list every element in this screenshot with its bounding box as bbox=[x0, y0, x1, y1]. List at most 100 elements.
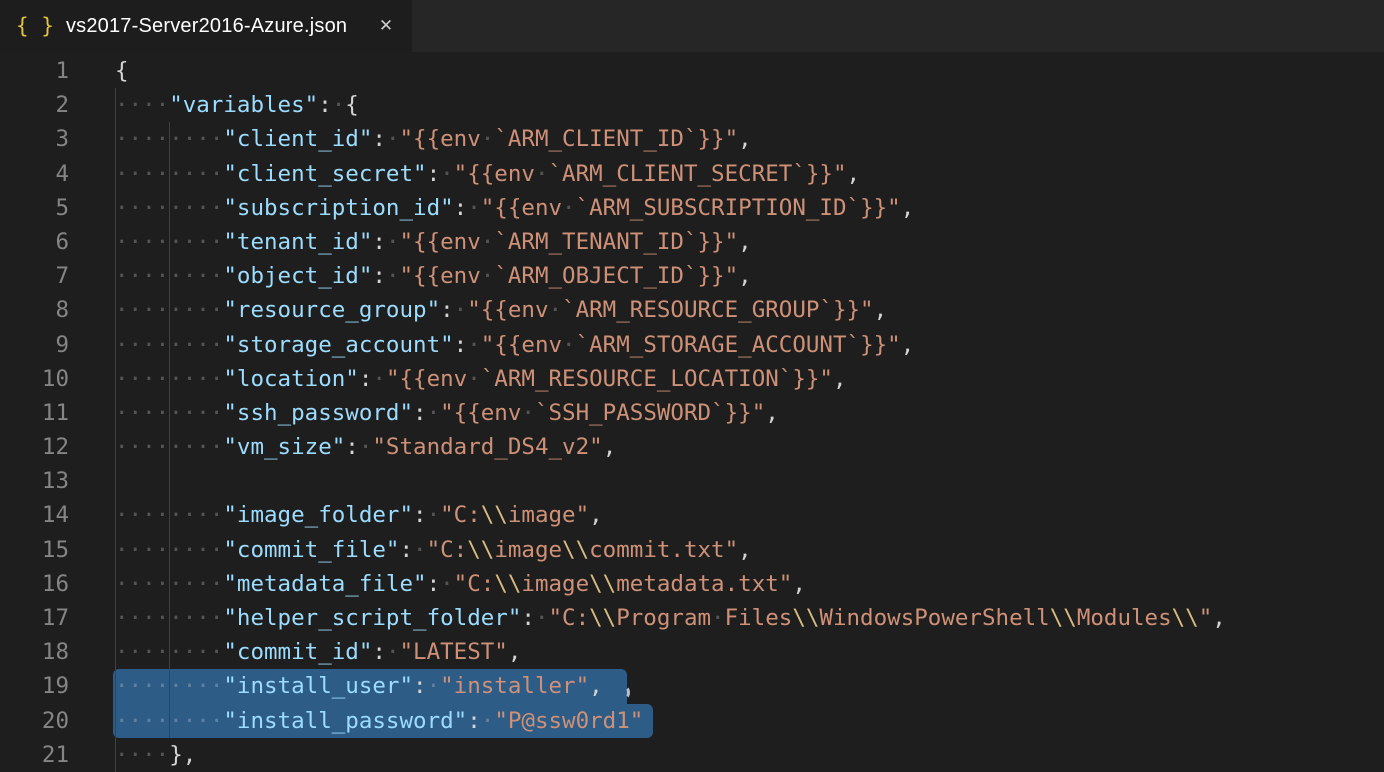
code-line[interactable]: 11 ········"ssh_password":·"{{env·`SSH_PA… bbox=[0, 396, 1384, 430]
code-line[interactable]: 16 ········"metadata_file":·"C:\\image\\m… bbox=[0, 567, 1384, 601]
line-number[interactable]: 3 bbox=[0, 122, 69, 156]
code-line-content[interactable]: ········"client_id":·"{{env·`ARM_CLIENT_… bbox=[115, 122, 1384, 156]
line-number[interactable]: 10 bbox=[0, 362, 69, 396]
code-line-content[interactable]: { bbox=[115, 54, 1384, 88]
token-whitespace: · bbox=[481, 126, 495, 152]
token-punctuation: , bbox=[1212, 605, 1226, 631]
code-line-content[interactable]: ········"ssh_password":·"{{env·`SSH_PASS… bbox=[115, 396, 1384, 430]
token-string: "C: bbox=[440, 502, 481, 528]
code-line-content[interactable]: ········"client_secret":·"{{env·`ARM_CLI… bbox=[115, 157, 1384, 191]
code-line[interactable]: 6 ········"tenant_id":·"{{env·`ARM_TENANT… bbox=[0, 225, 1384, 259]
code-line[interactable]: 18 ········"commit_id":·"LATEST", bbox=[0, 635, 1384, 669]
tab-bar: { } vs2017-Server2016-Azure.json ✕ bbox=[0, 0, 1384, 52]
line-number[interactable]: 11 bbox=[0, 396, 69, 430]
code-line[interactable]: 20········"install_password":·"P@ssw0rd1… bbox=[0, 704, 1384, 738]
token-whitespace: · bbox=[549, 297, 563, 323]
line-number[interactable]: 15 bbox=[0, 533, 69, 567]
token-whitespace: · bbox=[427, 673, 441, 699]
tab-close-icon[interactable]: ✕ bbox=[374, 14, 398, 38]
code-line-content[interactable]: ········"vm_size":·"Standard_DS4_v2", bbox=[115, 430, 1384, 464]
token-string: `ARM_STORAGE_ACCOUNT`}}" bbox=[576, 332, 901, 358]
code-line-content[interactable] bbox=[115, 464, 1384, 498]
line-number[interactable]: 6 bbox=[0, 225, 69, 259]
editor[interactable]: 1{2····"variables":·{3········"client_id… bbox=[0, 52, 1384, 772]
code-line-content[interactable]: ········"install_user":·"installer", bbox=[115, 669, 1384, 703]
line-number[interactable]: 1 bbox=[0, 54, 69, 88]
code-line[interactable]: 9 ········"storage_account":·"{{env·`ARM_… bbox=[0, 328, 1384, 362]
token-escape: \\ bbox=[1050, 605, 1077, 631]
line-number[interactable]: 9 bbox=[0, 328, 69, 362]
code-line-content[interactable]: ····}, bbox=[115, 738, 1384, 772]
line-number[interactable]: 21 bbox=[0, 738, 69, 772]
code-line[interactable]: 2 ····"variables":·{ bbox=[0, 88, 1384, 122]
code-line-content[interactable]: ········"image_folder":·"C:\\image", bbox=[115, 498, 1384, 532]
code-line[interactable]: 13 bbox=[0, 464, 1384, 498]
code-line[interactable]: 17 ········"helper_script_folder":·"C:\\P… bbox=[0, 601, 1384, 635]
token-key: "install_password" bbox=[223, 708, 467, 734]
token-punctuation: : bbox=[413, 400, 427, 426]
indent-guide bbox=[115, 88, 116, 772]
code-line-content[interactable]: ········"helper_script_folder":·"C:\\Pro… bbox=[115, 601, 1384, 635]
code-line[interactable]: 3 ········"client_id":·"{{env·`ARM_CLIENT… bbox=[0, 122, 1384, 156]
token-punctuation: , bbox=[508, 639, 522, 665]
token-punctuation: : bbox=[427, 161, 441, 187]
line-number[interactable]: 19 bbox=[0, 669, 69, 703]
code-line-content[interactable]: ········"storage_account":·"{{env·`ARM_S… bbox=[115, 328, 1384, 362]
code-line[interactable]: 8 ········"resource_group":·"{{env·`ARM_R… bbox=[0, 293, 1384, 327]
token-string: " bbox=[1199, 605, 1213, 631]
token-punctuation: : bbox=[413, 502, 427, 528]
line-number[interactable]: 7 bbox=[0, 259, 69, 293]
token-string: Modules bbox=[1077, 605, 1172, 631]
code-line[interactable]: 15 ········"commit_file":·"C:\\image\\com… bbox=[0, 533, 1384, 567]
token-key: "variables" bbox=[169, 92, 318, 118]
code-line[interactable]: 1{ bbox=[0, 54, 1384, 88]
code-line[interactable]: 14 ········"image_folder":·"C:\\image", bbox=[0, 498, 1384, 532]
code-line-content[interactable]: ········"subscription_id":·"{{env·`ARM_S… bbox=[115, 191, 1384, 225]
token-punctuation: , bbox=[603, 434, 617, 460]
token-key: "location" bbox=[223, 366, 358, 392]
code-line[interactable]: 19 ········"install_user":·"installer", bbox=[0, 669, 1384, 703]
line-number[interactable]: 12 bbox=[0, 430, 69, 464]
token-string: image bbox=[494, 537, 562, 563]
token-string: "installer" bbox=[440, 673, 589, 699]
code-line-content[interactable]: ········"resource_group":·"{{env·`ARM_RE… bbox=[115, 293, 1384, 327]
line-number[interactable]: 8 bbox=[0, 293, 69, 327]
token-punctuation: , bbox=[901, 195, 915, 221]
line-number[interactable]: 16 bbox=[0, 567, 69, 601]
token-key: "image_folder" bbox=[223, 502, 413, 528]
token-punctuation: : bbox=[427, 571, 441, 597]
code-line-content[interactable]: ····"variables":·{ bbox=[115, 88, 1384, 122]
token-string: "{{env bbox=[399, 126, 480, 152]
code-line-content[interactable]: ········"metadata_file":·"C:\\image\\met… bbox=[115, 567, 1384, 601]
line-number[interactable]: 14 bbox=[0, 498, 69, 532]
token-punctuation: , bbox=[765, 400, 779, 426]
code-line-content[interactable]: ········"tenant_id":·"{{env·`ARM_TENANT_… bbox=[115, 225, 1384, 259]
code-line[interactable]: 4········"client_secret":·"{{env·`ARM_CL… bbox=[0, 157, 1384, 191]
line-number[interactable]: 13 bbox=[0, 464, 69, 498]
code-line-content[interactable]: ········"install_password":·"P@ssw0rd1" bbox=[115, 704, 1384, 738]
token-escape: \\ bbox=[589, 605, 616, 631]
code-line-content[interactable]: ········"object_id":·"{{env·`ARM_OBJECT_… bbox=[115, 259, 1384, 293]
token-punctuation: { bbox=[345, 92, 359, 118]
line-number[interactable]: 5 bbox=[0, 191, 69, 225]
code-line-content[interactable]: ········"commit_file":·"C:\\image\\commi… bbox=[115, 533, 1384, 567]
token-string: Files bbox=[725, 605, 793, 631]
token-whitespace: · bbox=[562, 195, 576, 221]
code-line[interactable]: 12 ········"vm_size":·"Standard_DS4_v2", bbox=[0, 430, 1384, 464]
code-line-content[interactable]: ········"location":·"{{env·`ARM_RESOURCE… bbox=[115, 362, 1384, 396]
line-number[interactable]: 4 bbox=[0, 157, 69, 191]
code-line[interactable]: 10 ········"location":·"{{env·`ARM_RESOUR… bbox=[0, 362, 1384, 396]
code-line-content[interactable]: ········"commit_id":·"LATEST", bbox=[115, 635, 1384, 669]
line-number[interactable]: 20 bbox=[0, 704, 69, 738]
token-string: "P@ssw0rd1" bbox=[494, 708, 643, 734]
token-whitespace: · bbox=[535, 161, 549, 187]
line-number[interactable]: 18 bbox=[0, 635, 69, 669]
line-number[interactable]: 2 bbox=[0, 88, 69, 122]
code-line[interactable]: 21 ····}, bbox=[0, 738, 1384, 772]
token-string: image bbox=[521, 571, 589, 597]
code-line[interactable]: 7 ········"object_id":·"{{env·`ARM_OBJECT… bbox=[0, 259, 1384, 293]
line-number[interactable]: 17 bbox=[0, 601, 69, 635]
code-line[interactable]: 5 ········"subscription_id":·"{{env·`ARM_… bbox=[0, 191, 1384, 225]
token-whitespace: · bbox=[481, 708, 495, 734]
tab-vs2017-server2016-azure[interactable]: { } vs2017-Server2016-Azure.json ✕ bbox=[0, 0, 412, 52]
